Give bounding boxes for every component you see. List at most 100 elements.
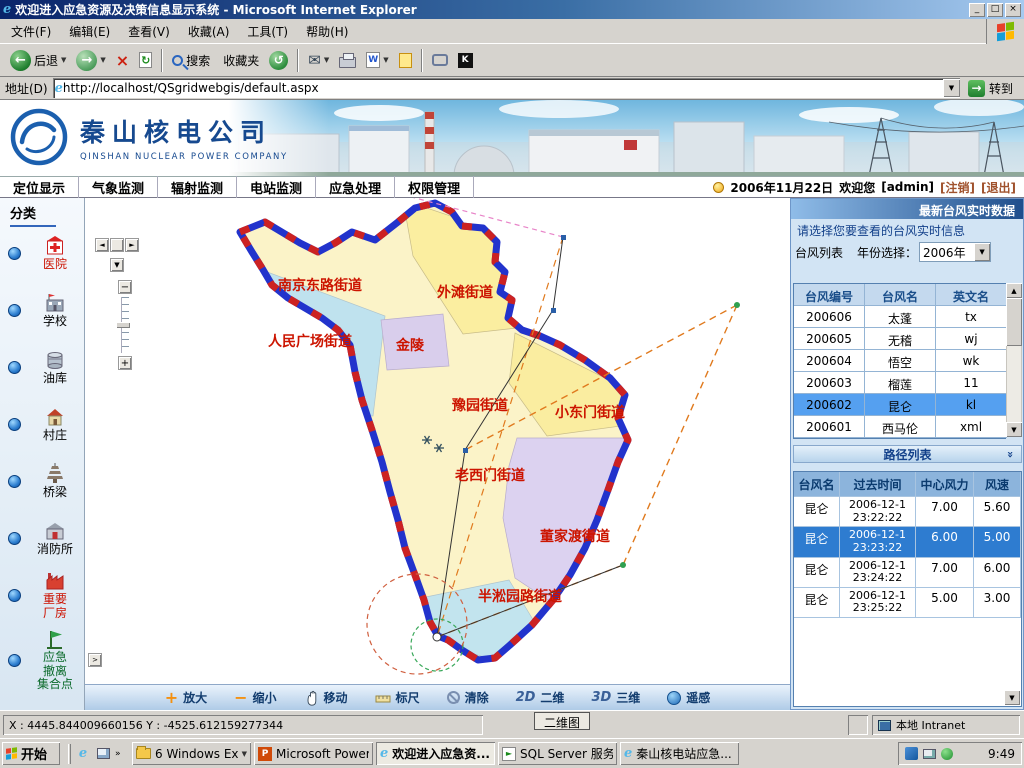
taskbar-button-qinshan-ie[interactable]: e 秦山核电站应急... (620, 742, 739, 765)
menu-tools[interactable]: 工具(T) (238, 18, 297, 45)
maximize-button[interactable]: □ (987, 3, 1003, 17)
sidebar-item-oil-depot[interactable]: 油库 (0, 339, 84, 396)
nav-locate[interactable]: 定位显示 (0, 176, 79, 199)
nav-weather[interactable]: 气象监测 (79, 176, 158, 199)
edit-with-word-button[interactable]: W ▼ (361, 50, 393, 70)
menu-view[interactable]: 查看(V) (119, 18, 179, 45)
collapse-chevron-icon[interactable]: » (1004, 450, 1017, 457)
address-url[interactable]: http://localhost/QSgridwebgis/default.as… (63, 81, 943, 95)
forward-dropdown-icon[interactable]: ▼ (100, 56, 105, 64)
street-label: 豫园街道 (452, 397, 508, 414)
zoom-in-button[interactable]: + 放大 (165, 689, 207, 706)
pan-left-button[interactable]: ◄ (95, 238, 109, 252)
pan-down-button[interactable]: ▼ (110, 258, 124, 272)
sidebar-item-assembly-point[interactable]: 应急 撤离 集合点 (0, 624, 84, 696)
sidebar-item-fire-station[interactable]: 消防所 (0, 510, 84, 567)
taskbar-button-powerpoint[interactable]: P Microsoft PowerP... (254, 742, 373, 765)
tray-network-icon[interactable] (905, 747, 918, 760)
search-button[interactable]: 搜索 (167, 50, 215, 71)
panel-title: 最新台风实时数据 (791, 199, 1023, 219)
plugin-button[interactable]: K (453, 51, 478, 70)
nav-plant[interactable]: 电站监测 (237, 176, 316, 199)
scrollbar-thumb[interactable] (1006, 298, 1022, 346)
taskbar-button-current-ie[interactable]: e 欢迎进入应急资... (376, 742, 495, 765)
favorites-button[interactable]: 收藏夹 (215, 50, 264, 71)
typhoon-table-scrollbar[interactable]: ▲ ▼ (1006, 283, 1022, 437)
back-dropdown-icon[interactable]: ▼ (61, 56, 66, 64)
main-nav: 定位显示 气象监测 辐射监测 电站监测 应急处理 权限管理 2006年11月22… (0, 176, 1024, 198)
sidebar-item-village[interactable]: 村庄 (0, 396, 84, 453)
minimize-button[interactable]: _ (969, 3, 985, 17)
clear-button[interactable]: 清除 (447, 689, 489, 706)
refresh-icon: ↻ (139, 52, 152, 68)
zoom-in-slider-button[interactable]: + (118, 356, 132, 370)
company-name-cn: 秦山核电公司 (80, 113, 288, 149)
start-button[interactable]: 开始 (2, 742, 60, 765)
scroll-down-icon[interactable]: ▼ (1004, 690, 1020, 705)
back-label: 后退 (34, 52, 58, 69)
back-button[interactable]: ← 后退 ▼ (5, 48, 71, 73)
quick-launch-overflow-chevron[interactable]: » (115, 749, 121, 759)
clock[interactable]: 9:49 (988, 747, 1015, 761)
zoom-out-slider-button[interactable]: − (118, 280, 132, 294)
nav-radiation[interactable]: 辐射监测 (158, 176, 237, 199)
path-list-bar[interactable]: 路径列表 » (793, 445, 1022, 463)
taskbar-button-explorer-group[interactable]: 6 Windows Expl... ▼ (132, 742, 251, 765)
tray-antivirus-icon[interactable] (941, 748, 953, 760)
map-home-button[interactable] (110, 238, 124, 252)
taskbar-grip[interactable] (68, 744, 71, 764)
address-dropdown-icon[interactable]: ▼ (943, 79, 960, 97)
cell: kl (936, 394, 1007, 416)
tray-display-icon[interactable] (923, 749, 936, 759)
stop-button[interactable]: × (111, 49, 134, 72)
sidebar-item-hospital[interactable]: 医院 (0, 225, 84, 282)
close-button[interactable]: × (1005, 3, 1021, 17)
map-canvas[interactable]: 南京东路街道 外滩街道 人民广场街道 金陵 豫园街道 小东门街道 老西门街道 董… (85, 198, 790, 684)
history-button[interactable]: ↺ (264, 49, 293, 72)
col-header: 台风名 (794, 472, 840, 497)
remote-sensing-icon (667, 691, 681, 705)
coordinate-readout: X : 4445.844009660156 Y : -4525.61215927… (3, 715, 483, 735)
word-dropdown-icon[interactable]: ▼ (383, 56, 388, 64)
remote-sensing-button[interactable]: 遥感 (667, 689, 710, 706)
sidebar-item-key-buildings[interactable]: 重要 厂房 (0, 567, 84, 624)
pan-button[interactable]: 移动 (304, 689, 348, 706)
mail-button[interactable]: ✉ ▼ (303, 49, 334, 71)
group-dropdown-icon[interactable]: ▼ (242, 750, 247, 758)
logout-link[interactable]: [注销] (940, 179, 975, 196)
taskbar-button-sql-server[interactable]: ► SQL Server 服务... (498, 742, 617, 765)
ruler-button[interactable]: 标尺 (375, 689, 420, 706)
refresh-button[interactable]: ↻ (134, 50, 157, 70)
nav-permissions[interactable]: 权限管理 (395, 176, 474, 199)
menu-edit[interactable]: 编辑(E) (60, 18, 119, 45)
notes-button[interactable] (394, 51, 417, 70)
address-input[interactable]: e http://localhost/QSgridwebgis/default.… (53, 78, 960, 98)
year-select-dropdown-icon[interactable]: ▼ (974, 243, 990, 261)
sidebar-expand-button[interactable]: > (88, 653, 102, 667)
menu-help[interactable]: 帮助(H) (297, 18, 357, 45)
zoom-out-button[interactable]: − 缩小 (234, 689, 276, 706)
print-button[interactable] (334, 51, 361, 70)
mail-icon: ✉ (308, 51, 321, 69)
scroll-down-icon[interactable]: ▼ (1006, 422, 1022, 437)
scroll-up-icon[interactable]: ▲ (1006, 283, 1022, 298)
category-sidebar: 分类 医院 (0, 198, 85, 710)
sidebar-item-bridge[interactable]: 桥梁 (0, 453, 84, 510)
nav-emergency[interactable]: 应急处理 (316, 176, 395, 199)
forward-button[interactable]: → ▼ (71, 48, 110, 73)
title-bar[interactable]: e 欢迎进入应急资源及决策信息显示系统 - Microsoft Internet… (0, 0, 1024, 19)
view-3d-button[interactable]: 3D 三维 (591, 689, 640, 706)
menu-file[interactable]: 文件(F) (2, 18, 60, 45)
sidebar-item-school[interactable]: 学校 (0, 282, 84, 339)
view-2d-button[interactable]: 2D 二维 (516, 689, 565, 706)
mail-dropdown-icon[interactable]: ▼ (324, 56, 329, 64)
discuss-button[interactable] (427, 52, 453, 68)
exit-link[interactable]: [退出] (981, 179, 1016, 196)
zoom-slider-thumb[interactable] (116, 322, 130, 328)
pan-right-button[interactable]: ► (125, 238, 139, 252)
menu-favorites[interactable]: 收藏(A) (179, 18, 239, 45)
show-desktop-icon[interactable] (95, 746, 111, 762)
quick-launch-ie-icon[interactable]: e (75, 746, 91, 762)
year-select[interactable]: 2006年 ▼ (919, 242, 991, 262)
go-button[interactable]: → 转到 (966, 79, 1019, 98)
